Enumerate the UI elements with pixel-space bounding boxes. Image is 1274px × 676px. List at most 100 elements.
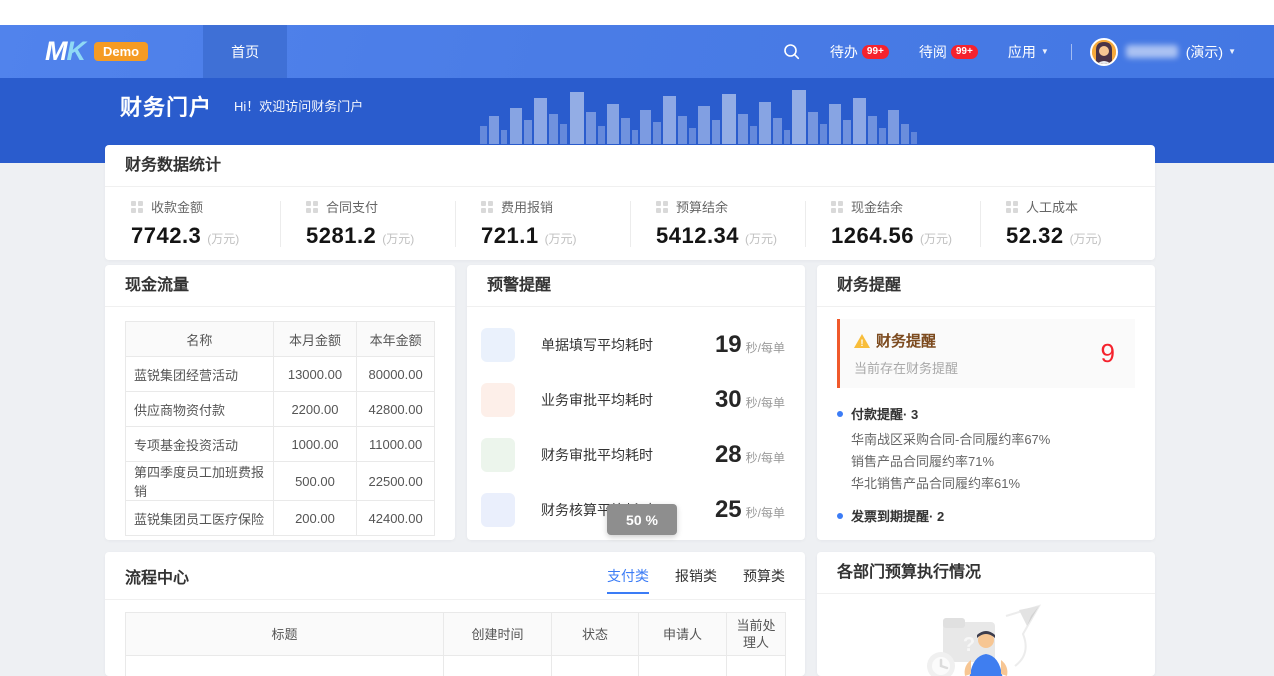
grid-icon — [656, 201, 668, 213]
cell-year: 42400.00 — [357, 501, 435, 536]
cashflow-card-title: 现金流量 — [105, 265, 455, 307]
nav-divider — [1071, 44, 1072, 60]
percent-tooltip: 50 % — [607, 504, 677, 535]
col-status: 状态 — [552, 613, 639, 656]
stat-label: 现金结余 — [851, 197, 903, 216]
list-item[interactable]: 业务审批平均耗时 30秒/每单 — [481, 376, 785, 424]
warning-label: 财务审批平均耗时 — [541, 445, 653, 465]
toread-menu-item[interactable]: 待阅 99+ — [919, 42, 978, 62]
toread-label: 待阅 — [919, 42, 947, 62]
stats-card: 财务数据统计 收款金额 7742.3(万元) 合同支付 5281.2(万元) 费… — [105, 145, 1155, 260]
tab-payment[interactable]: 支付类 — [607, 566, 649, 594]
stat-label: 人工成本 — [1026, 197, 1078, 216]
tab-reimburse[interactable]: 报销类 — [675, 566, 717, 594]
invoice-reminder-title[interactable]: 发票到期提醒· 2 — [837, 506, 1135, 525]
nav-tab-home[interactable]: 首页 — [203, 25, 287, 78]
process-center-title: 流程中心 — [125, 564, 189, 588]
stat-unit: (万元) — [207, 230, 239, 247]
cashflow-table: 名称 本月金额 本年金额 蓝锐集团经营活动 13000.00 80000.00 … — [125, 321, 435, 536]
table-row[interactable]: 供应商物资付款 2200.00 42800.00 — [126, 392, 435, 427]
col-applicant: 申请人 — [639, 613, 727, 656]
budget-execution-card: 各部门预算执行情况 ? — [817, 552, 1155, 676]
navbar-right: 待办 99+ 待阅 99+ 应用 ▼ (演示) ▼ — [753, 38, 1236, 66]
stat-label: 预算结余 — [676, 197, 728, 216]
fin-account-time-icon — [481, 493, 515, 527]
stat-budget-balance: 预算结余 5412.34(万元) — [630, 197, 805, 249]
portal-welcome-text: Hi！欢迎访问财务门户 — [234, 96, 363, 115]
warning-unit: 秒/每单 — [746, 339, 785, 356]
cell-month: 1000.00 — [273, 427, 357, 462]
cell-year: 11000.00 — [357, 427, 435, 462]
stats-row: 收款金额 7742.3(万元) 合同支付 5281.2(万元) 费用报销 721… — [105, 187, 1155, 259]
fin-approve-time-icon — [481, 438, 515, 472]
reminder-line[interactable]: 华南战区采购合同-合同履约率67% — [851, 431, 1135, 448]
stat-cash-balance: 现金结余 1264.56 (万元) — [805, 197, 980, 249]
reminder-line[interactable]: 销售产品合同履约率71% — [851, 453, 1135, 470]
stat-unit: (万元) — [382, 230, 414, 247]
group-title-text: 发票到期提醒· 2 — [851, 506, 944, 525]
bullet-dot-icon — [837, 411, 843, 417]
list-item[interactable]: 财务审批平均耗时 28秒/每单 — [481, 431, 785, 479]
user-suffix-label: (演示) — [1186, 42, 1223, 62]
warning-label: 单据填写平均耗时 — [541, 335, 653, 355]
search-icon[interactable] — [783, 43, 800, 60]
stat-receipts: 收款金额 7742.3(万元) — [105, 197, 280, 249]
warning-value: 28 — [715, 441, 742, 469]
payment-reminder-title[interactable]: 付款提醒· 3 — [837, 404, 1135, 423]
stat-value: 721.1 — [481, 223, 539, 249]
col-month-amount: 本月金额 — [273, 322, 357, 357]
warning-unit: 秒/每单 — [746, 449, 785, 466]
table-row[interactable]: 蓝锐集团员工医疗保险 200.00 42400.00 — [126, 501, 435, 536]
biz-approve-time-icon — [481, 383, 515, 417]
warning-value: 30 — [715, 386, 742, 414]
stat-label: 费用报销 — [501, 197, 553, 216]
process-tabs: 支付类 报销类 预算类 — [581, 562, 785, 590]
col-handler: 当前处理人 — [727, 613, 786, 656]
avatar[interactable] — [1090, 38, 1118, 66]
finance-alert-box[interactable]: ! 财务提醒 当前存在财务提醒 9 — [837, 319, 1135, 388]
table-row[interactable]: 专项基金投资活动 1000.00 11000.00 — [126, 427, 435, 462]
cell-year: 22500.00 — [357, 462, 435, 501]
col-name: 名称 — [126, 322, 274, 357]
table-row[interactable] — [126, 656, 786, 676]
budget-execution-title: 各部门预算执行情况 — [817, 552, 1155, 594]
apps-menu-item[interactable]: 应用 ▼ — [1008, 42, 1049, 62]
todo-menu-item[interactable]: 待办 99+ — [830, 42, 889, 62]
col-title: 标题 — [126, 613, 444, 656]
grid-icon — [831, 201, 843, 213]
cell-name: 蓝锐集团经营活动 — [126, 357, 274, 392]
grid-icon — [481, 201, 493, 213]
question-mark-glyph: ? — [963, 634, 975, 656]
app-logo[interactable]: M K Demo — [45, 36, 148, 67]
user-chevron-down-icon[interactable]: ▼ — [1228, 47, 1236, 56]
stats-card-title: 财务数据统计 — [105, 145, 1155, 187]
table-row[interactable]: 蓝锐集团经营活动 13000.00 80000.00 — [126, 357, 435, 392]
cell-month: 13000.00 — [273, 357, 357, 392]
empty-state-illustration: ? — [817, 594, 1155, 676]
stat-unit: (万元) — [1070, 230, 1102, 247]
stat-value: 5281.2 — [306, 223, 376, 249]
doc-fill-time-icon — [481, 328, 515, 362]
apps-label: 应用 — [1008, 42, 1036, 62]
tab-budget[interactable]: 预算类 — [743, 566, 785, 594]
stat-expense: 费用报销 721.1 (万元) — [455, 197, 630, 249]
logo-m-glyph: M — [45, 36, 66, 67]
stat-value: 5412.34 — [656, 223, 739, 249]
todo-count-badge: 99+ — [862, 45, 889, 59]
list-item[interactable]: 单据填写平均耗时 19秒/每单 — [481, 321, 785, 369]
stat-unit: (万元) — [920, 230, 952, 247]
username-blurred — [1126, 45, 1178, 58]
finance-reminder-card-title: 财务提醒 — [817, 265, 1155, 307]
todo-label: 待办 — [830, 42, 858, 62]
stat-label: 收款金额 — [151, 197, 203, 216]
warning-unit: 秒/每单 — [746, 504, 785, 521]
warnings-card-title: 预警提醒 — [467, 265, 805, 307]
cell-name: 供应商物资付款 — [126, 392, 274, 427]
warning-label: 业务审批平均耗时 — [541, 390, 653, 410]
table-row[interactable]: 第四季度员工加班费报销 500.00 22500.00 — [126, 462, 435, 501]
stat-value: 1264.56 — [831, 223, 914, 249]
reminder-line[interactable]: 华北销售产品合同履约率61% — [851, 475, 1135, 492]
invoice-reminder-group: 发票到期提醒· 2 — [817, 506, 1155, 525]
stat-unit: (万元) — [545, 230, 577, 247]
chevron-down-icon: ▼ — [1041, 47, 1049, 56]
